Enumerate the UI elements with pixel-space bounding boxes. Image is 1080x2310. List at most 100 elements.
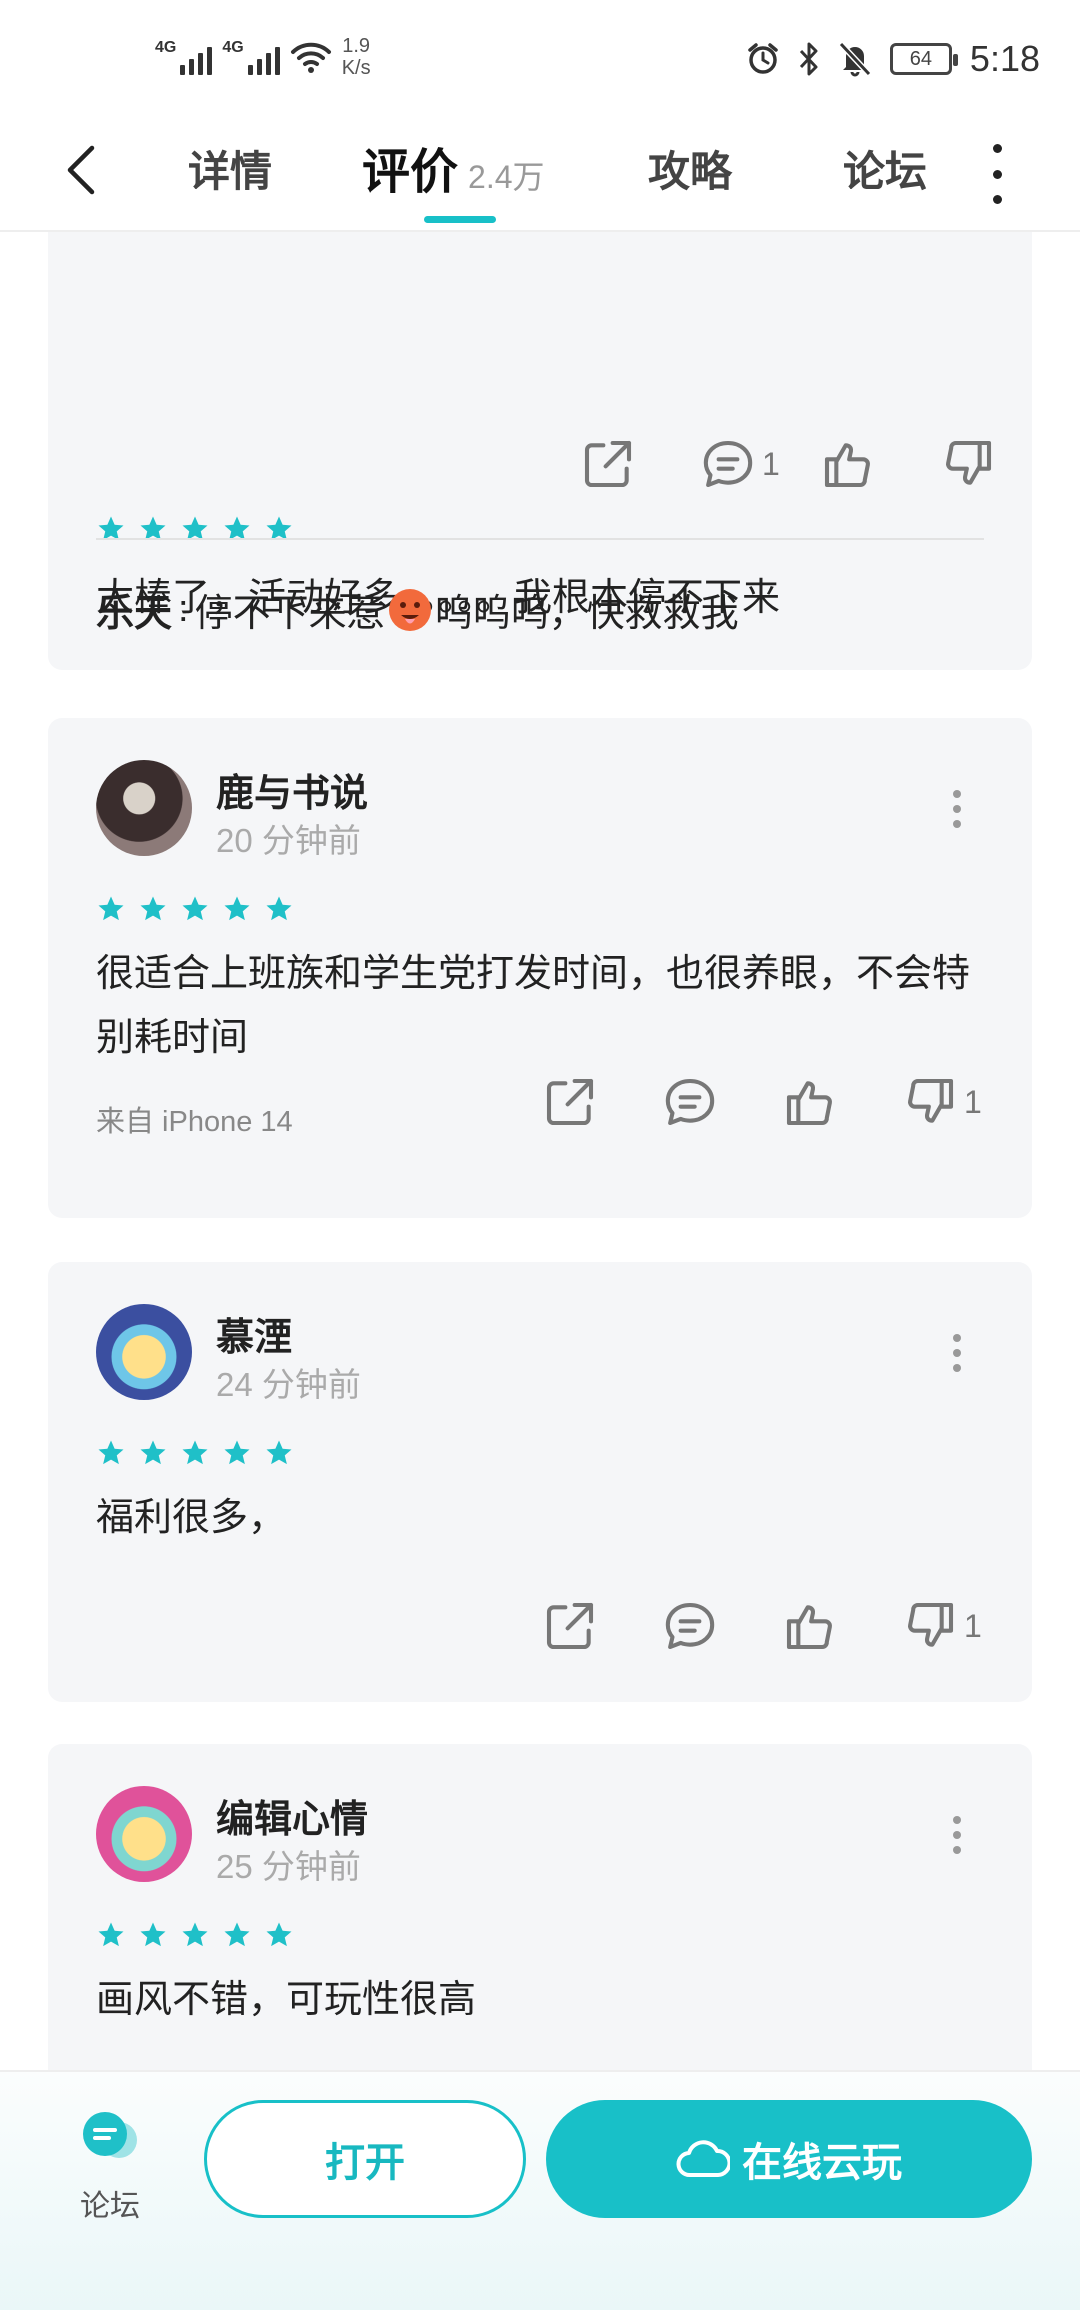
star-icon: [222, 1920, 252, 1950]
share-button[interactable]: [542, 1598, 662, 1654]
rating-stars: [96, 1920, 294, 1950]
share-icon: [580, 436, 636, 492]
review-time: 24 分钟前: [216, 1366, 361, 1403]
star-icon: [264, 894, 294, 924]
comment-button[interactable]: [662, 1598, 782, 1654]
top-navigation: 详情 评价 2.4万 攻略 论坛: [0, 120, 1080, 232]
review-card: 慕湮 24 分钟前 福利很多， 1: [48, 1262, 1032, 1702]
reviews-count: 2.4万: [468, 159, 545, 195]
clock: 5:18: [969, 38, 1040, 79]
review-actions: 1: [580, 436, 1010, 492]
forum-button[interactable]: 论坛: [70, 2108, 150, 2225]
dislike-count: 1: [964, 1083, 982, 1120]
review-list[interactable]: 太棒了，活动好多。。。。。我根本停不下来 1 乐天 : 停不下来惹 呜呜呜，快救…: [0, 232, 1080, 2072]
like-button[interactable]: [820, 436, 940, 492]
tab-reviews[interactable]: 评价 2.4万: [362, 132, 545, 202]
cloud-play-label: 在线云玩: [742, 2141, 902, 2185]
review-more-icon[interactable]: [952, 790, 962, 828]
avatar[interactable]: [96, 1304, 192, 1400]
avatar[interactable]: [96, 760, 192, 856]
star-icon: [264, 1438, 294, 1468]
signal-icon-1: 4G: [155, 39, 213, 75]
wifi-icon: [290, 42, 331, 73]
review-text: 福利很多，: [96, 1497, 287, 1539]
comment-count: 1: [762, 445, 780, 482]
share-button[interactable]: [542, 1074, 662, 1130]
forum-icon: [83, 2112, 137, 2158]
cloud-play-button[interactable]: 在线云玩: [546, 2100, 1032, 2218]
comment-icon: [662, 1598, 718, 1654]
review-time: 20 分钟前: [216, 822, 361, 859]
review-text: 很适合上班族和学生党打发时间，也很养眼，不会特别耗时间: [96, 953, 971, 1059]
reply-text: 呜呜呜，快救救我: [434, 593, 739, 635]
dislike-button[interactable]: [940, 436, 1010, 492]
dislike-button[interactable]: 1: [902, 1598, 992, 1654]
rating-stars: [96, 894, 294, 924]
reply-text: 停不下来惹: [194, 593, 385, 635]
star-icon: [264, 1920, 294, 1950]
comment-icon: [662, 1074, 718, 1130]
tab-forum[interactable]: 论坛: [843, 138, 927, 199]
share-button[interactable]: [580, 436, 700, 492]
review-more-icon[interactable]: [952, 1334, 962, 1372]
star-icon: [96, 894, 126, 924]
star-icon: [138, 1920, 168, 1950]
like-button[interactable]: [782, 1074, 902, 1130]
more-icon[interactable]: [992, 144, 1002, 204]
review-actions: 1: [542, 1598, 992, 1654]
review-user-name[interactable]: 鹿与书说: [216, 762, 368, 817]
star-icon: [222, 1438, 252, 1468]
status-right: 64 5:18: [746, 38, 1040, 80]
forum-label: 论坛: [80, 2190, 140, 2223]
review-user-name[interactable]: 编辑心情: [216, 1788, 368, 1843]
review-actions: 1: [542, 1074, 992, 1130]
back-icon[interactable]: [62, 140, 102, 200]
status-left: 4G 4G 1.9 K/s: [155, 35, 371, 79]
face-with-tongue-emoji-icon: [388, 588, 431, 631]
active-tab-indicator: [424, 216, 496, 223]
comment-button[interactable]: [662, 1074, 782, 1130]
thumb-up-icon: [782, 1074, 838, 1130]
cloud-icon: [676, 2140, 730, 2177]
thumb-down-icon: [902, 1598, 958, 1654]
network-speed: 1.9 K/s: [341, 35, 371, 79]
star-icon: [180, 1438, 210, 1468]
share-icon: [542, 1074, 598, 1130]
star-icon: [222, 894, 252, 924]
review-user-name[interactable]: 慕湮: [216, 1306, 292, 1361]
review-more-icon[interactable]: [952, 1816, 962, 1854]
avatar[interactable]: [96, 1786, 192, 1882]
divider: [96, 538, 984, 540]
mute-bell-icon: [838, 41, 872, 77]
tab-details[interactable]: 详情: [188, 138, 272, 199]
open-button[interactable]: 打开: [204, 2100, 526, 2218]
device-source: 来自 iPhone 14: [96, 1106, 293, 1138]
star-icon: [96, 1920, 126, 1950]
battery-icon: 64: [889, 43, 958, 75]
star-icon: [96, 1438, 126, 1468]
like-button[interactable]: [782, 1598, 902, 1654]
bottom-action-bar: 论坛 打开 在线云玩: [0, 2070, 1080, 2310]
star-icon: [138, 894, 168, 924]
signal-icon-2: 4G: [222, 39, 280, 75]
thumb-up-icon: [782, 1598, 838, 1654]
status-bar: 4G 4G 1.9 K/s 64 5:18: [0, 0, 1080, 120]
rating-stars: [96, 1438, 294, 1468]
thumb-up-icon: [820, 436, 876, 492]
star-icon: [180, 894, 210, 924]
review-card: 鹿与书说 20 分钟前 很适合上班族和学生党打发时间，也很养眼，不会特别耗时间 …: [48, 718, 1032, 1218]
star-icon: [180, 1920, 210, 1950]
reply-user: 乐天: [96, 593, 173, 635]
reply-preview[interactable]: 乐天 : 停不下来惹 呜呜呜，快救救我: [96, 582, 739, 637]
dislike-button[interactable]: 1: [902, 1074, 992, 1130]
alarm-icon: [748, 43, 778, 74]
dislike-count: 1: [964, 1607, 982, 1644]
comment-icon: [700, 436, 756, 492]
share-icon: [542, 1598, 598, 1654]
tab-reviews-label: 评价: [362, 146, 459, 199]
tab-guides[interactable]: 攻略: [648, 138, 732, 199]
reply-separator: :: [178, 588, 189, 630]
comment-button[interactable]: 1: [700, 436, 820, 492]
thumb-down-icon: [902, 1074, 958, 1130]
thumb-down-icon: [940, 436, 996, 492]
